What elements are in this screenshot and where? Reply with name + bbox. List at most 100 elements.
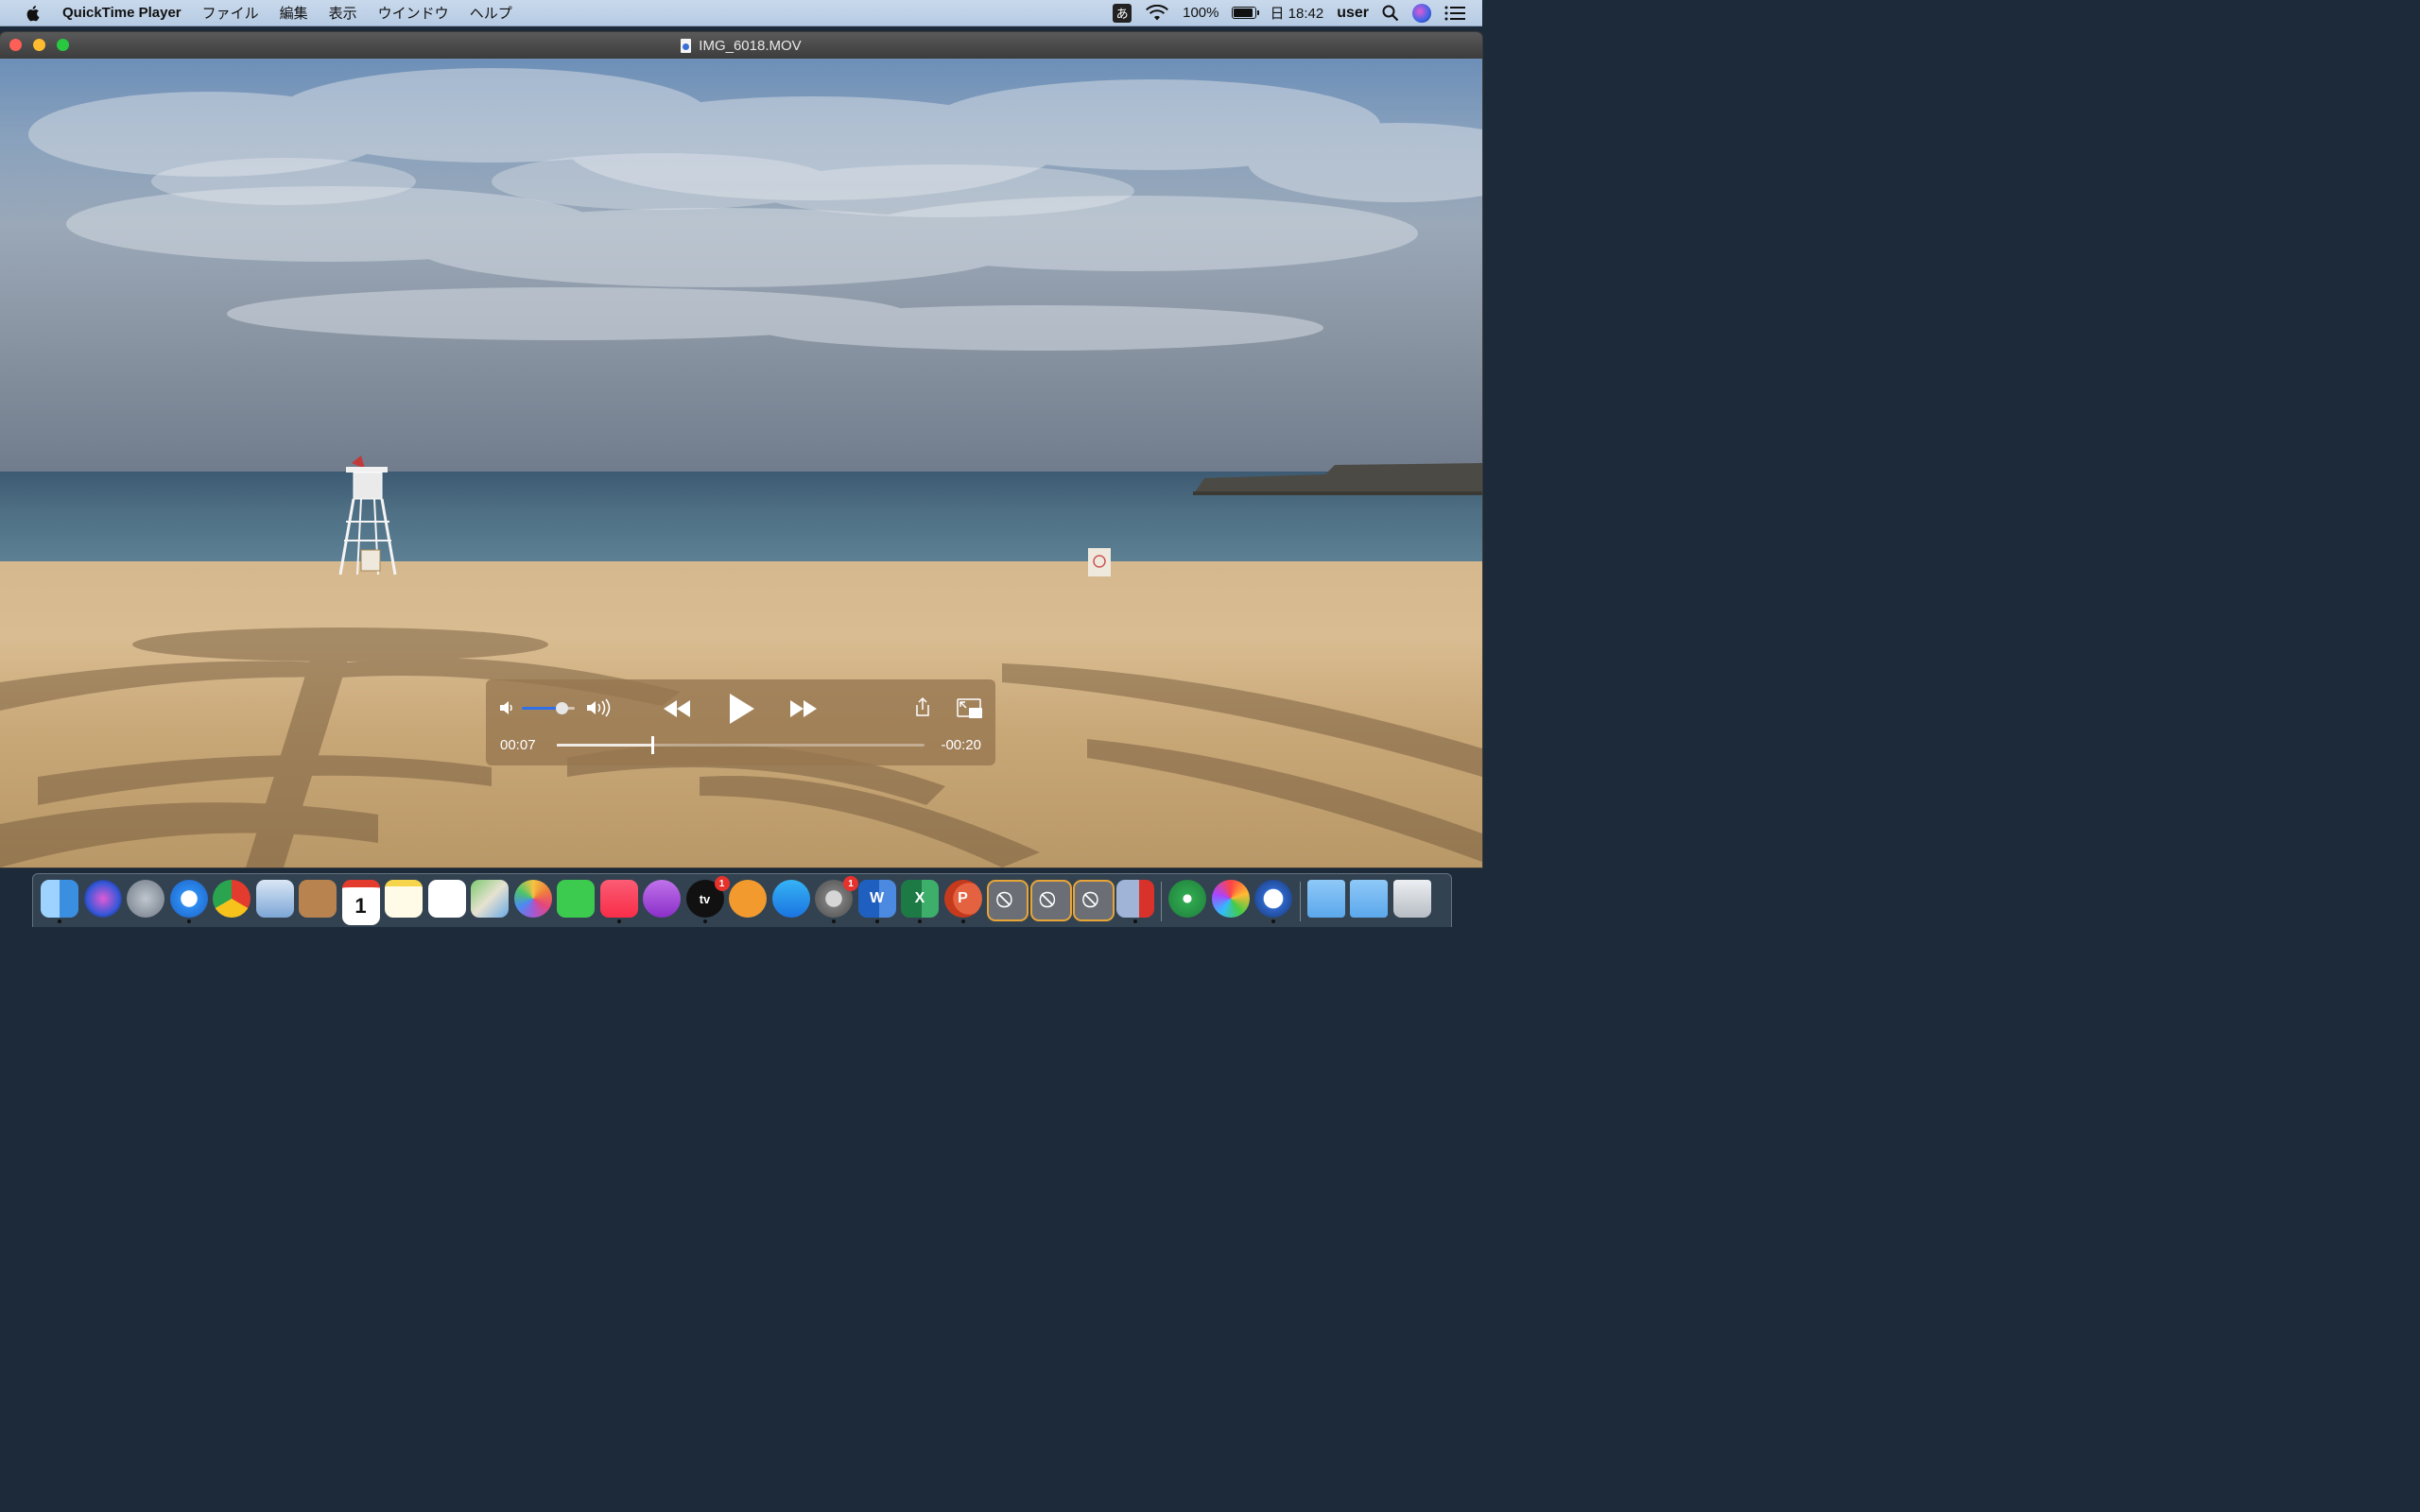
dock-item-photos[interactable]	[513, 880, 552, 918]
menu-file[interactable]: ファイル	[202, 3, 259, 23]
input-method-icon[interactable]: あ	[1113, 3, 1132, 23]
dock-item-chrome[interactable]	[213, 880, 251, 918]
play-icon[interactable]	[726, 692, 756, 726]
dock-item-launchpad[interactable]	[127, 880, 164, 918]
launchpad-icon	[127, 880, 164, 918]
dock-item-app-color[interactable]	[1211, 880, 1250, 918]
menu-window[interactable]: ウインドウ	[378, 3, 449, 23]
dock-item-finder[interactable]	[41, 880, 78, 923]
prohibited-icon: ⃠	[1029, 880, 1072, 921]
dock-item-app-store[interactable]	[771, 880, 810, 918]
video-lifeguard-tower	[338, 455, 397, 576]
dock-item-podcasts[interactable]	[643, 880, 681, 918]
running-indicator	[1132, 919, 1137, 923]
dock-item-folder-1[interactable]	[1306, 880, 1345, 918]
battery-percent[interactable]: 100%	[1183, 5, 1219, 21]
timeline-progress	[557, 744, 653, 747]
dock-item-reminders[interactable]	[427, 880, 466, 918]
share-icon[interactable]	[914, 696, 931, 717]
movie-file-icon	[681, 38, 692, 53]
battery-icon[interactable]	[1232, 7, 1260, 19]
timeline-scrubber[interactable]	[557, 736, 925, 754]
video-breakwater	[1193, 463, 1482, 495]
books-icon	[729, 880, 767, 918]
video-beach-sign	[1088, 548, 1111, 576]
dock-item-siri[interactable]	[83, 880, 122, 918]
spotlight-search-icon[interactable]	[1382, 5, 1399, 22]
facetime-icon	[557, 880, 595, 918]
word-icon: W	[857, 880, 896, 918]
dock-item-contacts[interactable]	[299, 880, 337, 918]
prohibited-icon: ⃠	[1073, 880, 1115, 921]
dock-item-blocked-app-3[interactable]: ⃠	[1073, 880, 1115, 921]
wifi-icon[interactable]	[1145, 4, 1169, 22]
picture-in-picture-icon[interactable]	[957, 698, 983, 719]
dock-item-music[interactable]	[599, 880, 638, 923]
dock-item-mail[interactable]	[255, 880, 294, 918]
dock-item-trash[interactable]	[1392, 880, 1431, 918]
video-frame[interactable]: 00:07 -00:20	[0, 59, 1482, 868]
minimize-button[interactable]	[33, 39, 45, 51]
dock-item-system-preferences[interactable]: 1	[815, 876, 858, 923]
menu-view[interactable]: 表示	[329, 3, 357, 23]
clock[interactable]: 日 18:42	[1270, 3, 1323, 23]
running-indicator	[186, 919, 191, 923]
traffic-lights	[9, 39, 69, 51]
playhead[interactable]	[651, 736, 655, 754]
notes-icon	[385, 880, 423, 918]
trash-icon	[1392, 880, 1431, 918]
volume-low-icon[interactable]	[499, 700, 516, 715]
quicktime-icon	[1254, 880, 1292, 918]
rewind-icon[interactable]	[662, 698, 692, 719]
dock-item-books[interactable]	[729, 880, 767, 918]
dock-item-tv[interactable]: tv 1	[685, 876, 730, 923]
video-clouds	[28, 68, 1482, 351]
zoom-button[interactable]	[57, 39, 69, 51]
wheel-icon	[1211, 880, 1250, 918]
running-indicator	[918, 919, 922, 923]
app-store-icon	[771, 880, 810, 918]
notification-badge: 1	[843, 876, 858, 891]
playback-controls: 00:07 -00:20	[486, 679, 995, 765]
dock-item-notes[interactable]	[385, 880, 423, 918]
dock-item-folder-2[interactable]	[1350, 880, 1388, 918]
dock-item-blocked-app-2[interactable]: ⃠	[1029, 880, 1072, 921]
dock-item-word[interactable]: W	[857, 880, 896, 923]
dock-item-powerpoint[interactable]: P	[943, 880, 982, 923]
reminders-icon	[427, 880, 466, 918]
title-bar[interactable]: IMG_6018.MOV	[0, 32, 1482, 59]
dock-item-excel[interactable]: X	[901, 880, 939, 923]
user-menu[interactable]: user	[1337, 5, 1369, 22]
menu-bar: QuickTime Player ファイル 編集 表示 ウインドウ ヘルプ あ …	[0, 0, 1482, 26]
safari-icon	[169, 880, 208, 918]
running-indicator	[58, 919, 61, 923]
running-indicator	[874, 919, 879, 923]
close-button[interactable]	[9, 39, 22, 51]
apple-icon[interactable]	[25, 5, 40, 22]
dock-item-quicktime[interactable]	[1254, 880, 1292, 923]
volume-slider[interactable]	[522, 702, 575, 714]
dock-item-blocked-app-1[interactable]: ⃠	[987, 880, 1028, 921]
app-name-menu[interactable]: QuickTime Player	[62, 5, 182, 21]
status-area: あ 100% 日 18:42 user	[1113, 0, 1465, 26]
dock-item-app-green[interactable]	[1168, 880, 1206, 918]
dock-separator	[1161, 882, 1162, 921]
dock-item-safari[interactable]	[169, 880, 208, 923]
volume-knob[interactable]	[556, 702, 568, 714]
dock-item-maps[interactable]	[471, 880, 509, 918]
dock-item-calendar[interactable]: 1	[341, 880, 380, 925]
chrome-icon	[213, 880, 251, 918]
siri-icon[interactable]	[1412, 3, 1431, 23]
notification-center-icon[interactable]	[1444, 6, 1465, 21]
fast-forward-icon[interactable]	[788, 698, 819, 719]
elapsed-time: 00:07	[500, 737, 536, 753]
dock: 1tv11WXP⃠⃠⃠	[32, 873, 1452, 927]
remaining-time: -00:20	[941, 737, 981, 753]
dock-item-parallels[interactable]	[1115, 880, 1154, 923]
volume-high-icon[interactable]	[586, 698, 613, 717]
photos-icon	[513, 880, 552, 918]
menu-help[interactable]: ヘルプ	[470, 3, 512, 23]
folder-icon	[1306, 880, 1345, 918]
dock-item-facetime[interactable]	[557, 880, 595, 918]
menu-edit[interactable]: 編集	[280, 3, 308, 23]
